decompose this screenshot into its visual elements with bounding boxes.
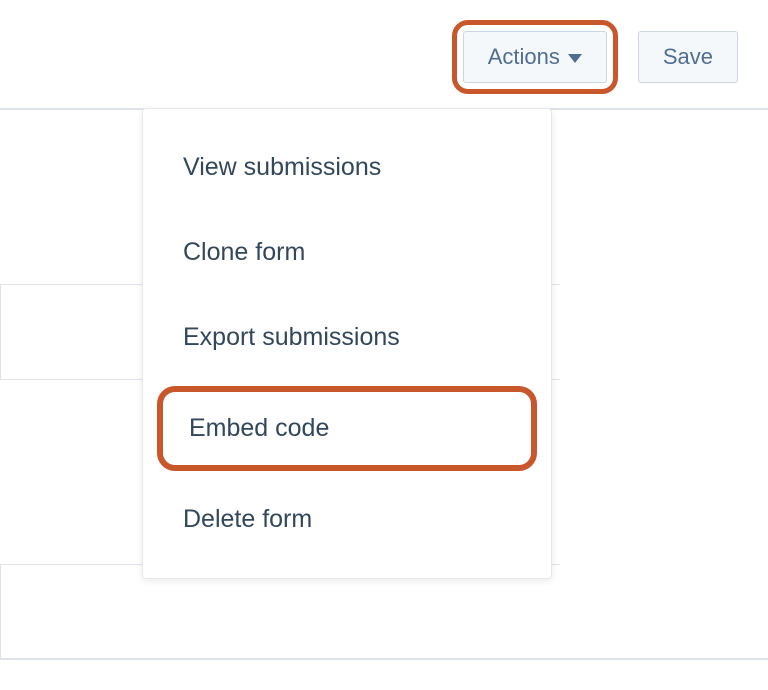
caret-down-icon [568,54,582,63]
dropdown-item-label: Export submissions [183,323,400,351]
dropdown-item-view-submissions[interactable]: View submissions [143,125,551,210]
actions-label: Actions [488,44,560,70]
dropdown-item-export-submissions[interactable]: Export submissions [143,295,551,380]
divider-line [0,658,768,660]
dropdown-item-clone-form[interactable]: Clone form [143,210,551,295]
dropdown-item-label: Clone form [183,238,305,266]
actions-dropdown-button[interactable]: Actions [463,31,607,83]
dropdown-item-embed-code[interactable]: Embed code [157,386,537,471]
dropdown-item-delete-form[interactable]: Delete form [143,477,551,562]
save-button[interactable]: Save [638,31,738,83]
dropdown-item-label: View submissions [183,153,381,181]
toolbar: Actions Save [452,20,738,94]
dropdown-item-label: Embed code [189,414,329,442]
save-label: Save [663,44,713,70]
dropdown-item-label: Delete form [183,505,312,533]
actions-dropdown-menu: View submissions Clone form Export submi… [142,108,552,579]
actions-highlight: Actions [452,20,618,94]
